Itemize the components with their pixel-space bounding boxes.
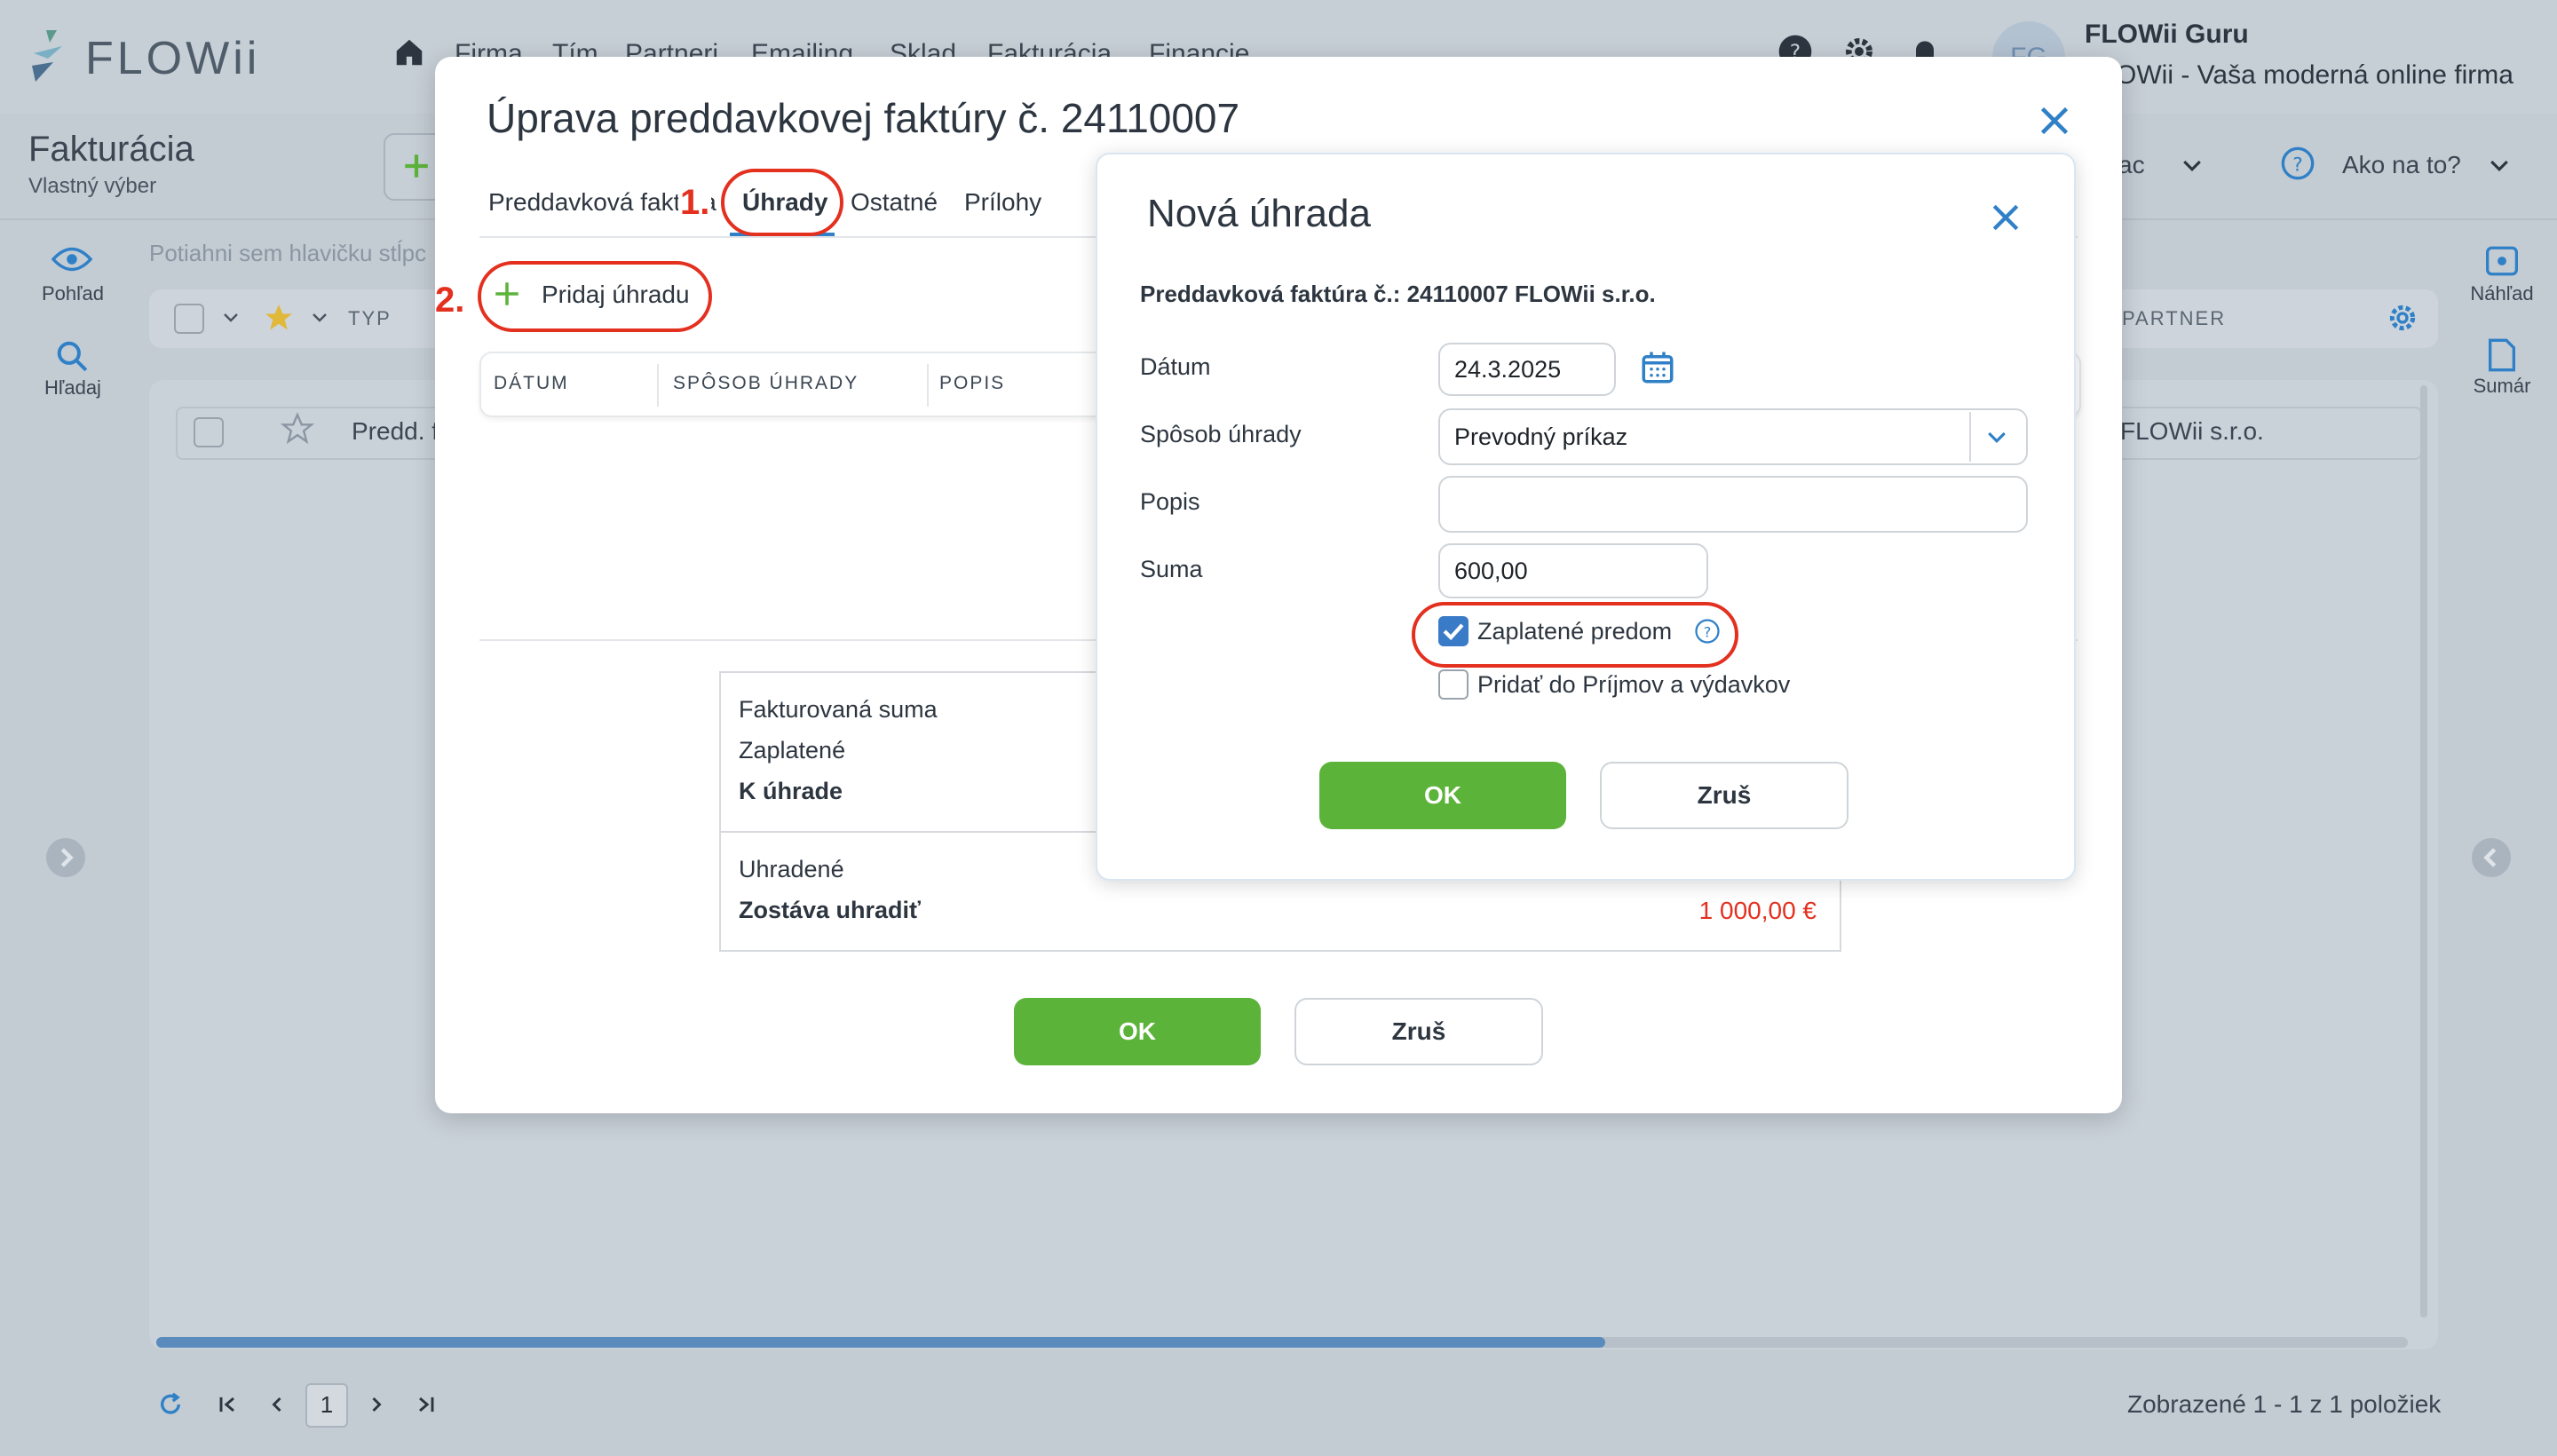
add-payment-button[interactable]: Pridaj úhradu bbox=[542, 281, 690, 309]
svg-text:?: ? bbox=[1704, 623, 1712, 640]
eye-icon[interactable] bbox=[51, 245, 92, 273]
last-page-icon[interactable] bbox=[414, 1392, 439, 1417]
summary-paid-label: Zaplatené bbox=[739, 737, 846, 764]
collapse-left-arrow-icon[interactable] bbox=[46, 838, 85, 877]
home-icon[interactable] bbox=[392, 36, 426, 69]
annotation-step-2: 2. bbox=[435, 281, 465, 320]
horizontal-scrollbar-thumb[interactable] bbox=[156, 1337, 1605, 1348]
column-header-payment-method[interactable]: SPÔSOB ÚHRADY bbox=[673, 373, 859, 394]
column-header-partner[interactable]: PARTNER bbox=[2122, 307, 2226, 330]
search-icon[interactable] bbox=[55, 339, 89, 373]
add-to-income-label[interactable]: Pridať do Príjmov a výdavkov bbox=[1477, 671, 1790, 699]
column-header-type[interactable]: TYP bbox=[348, 307, 392, 330]
sidebar-item-view[interactable]: Pohľad bbox=[20, 282, 126, 305]
sum-label: Suma bbox=[1140, 556, 1203, 582]
plus-icon bbox=[405, 154, 428, 178]
payment-method-select[interactable]: Prevodný príkaz bbox=[1438, 408, 2028, 465]
summary-to-pay-label: K úhrade bbox=[739, 778, 843, 804]
help-circle-icon[interactable]: ? bbox=[1694, 618, 1721, 645]
add-to-income-checkbox[interactable] bbox=[1438, 669, 1468, 700]
chevron-down-icon[interactable] bbox=[2179, 153, 2205, 179]
description-label: Popis bbox=[1140, 488, 1200, 515]
items-count: Zobrazené 1 - 1 z 1 položiek bbox=[2127, 1390, 2442, 1418]
prepaid-label[interactable]: Zaplatené predom bbox=[1477, 618, 1672, 645]
sum-input[interactable]: 600,00 bbox=[1438, 543, 1708, 598]
column-settings-gear-icon[interactable] bbox=[2385, 300, 2420, 336]
tab-other[interactable]: Ostatné bbox=[851, 188, 938, 217]
annotation-oval-payments-tab bbox=[721, 169, 843, 236]
sidebar-item-summary[interactable]: Sumár bbox=[2449, 375, 2555, 398]
chevron-down-icon[interactable] bbox=[1983, 424, 2010, 451]
column-header-description[interactable]: POPIS bbox=[939, 373, 1005, 394]
sidebar-item-preview[interactable]: Náhľad bbox=[2449, 282, 2555, 305]
logo-text[interactable]: FLOWii bbox=[85, 32, 260, 85]
chevron-down-icon[interactable] bbox=[309, 307, 330, 328]
next-page-icon[interactable] bbox=[364, 1392, 389, 1417]
column-header-date[interactable]: DÁTUM bbox=[494, 373, 569, 394]
cancel-button[interactable]: Zruš bbox=[1294, 998, 1543, 1065]
chevron-right-icon bbox=[60, 848, 74, 867]
prev-page-icon[interactable] bbox=[265, 1392, 289, 1417]
checkmark-icon bbox=[1443, 623, 1464, 641]
collapse-right-arrow-icon[interactable] bbox=[2472, 838, 2511, 877]
first-page-icon[interactable] bbox=[215, 1392, 240, 1417]
ac-menu-label[interactable]: ac bbox=[2118, 151, 2145, 179]
close-icon[interactable] bbox=[1991, 202, 2021, 233]
row-checkbox[interactable] bbox=[194, 417, 224, 447]
summary-document-icon[interactable] bbox=[2486, 337, 2518, 373]
user-name: FLOWii Guru bbox=[2085, 20, 2249, 49]
description-input[interactable] bbox=[1438, 476, 2028, 533]
tab-attachments[interactable]: Prílohy bbox=[964, 188, 1041, 217]
how-to-label[interactable]: Ako na to? bbox=[2342, 151, 2461, 179]
calendar-icon[interactable] bbox=[1639, 348, 1676, 387]
chevron-left-icon bbox=[2483, 848, 2497, 867]
sidebar-item-search[interactable]: Hľadaj bbox=[20, 376, 126, 400]
preview-icon[interactable] bbox=[2484, 245, 2520, 277]
flowii-logo-icon[interactable] bbox=[27, 27, 76, 85]
new-payment-ok-button[interactable]: OK bbox=[1319, 762, 1566, 829]
row-type: Predd. f bbox=[352, 417, 439, 445]
date-input[interactable]: 24.3.2025 bbox=[1438, 343, 1616, 396]
new-payment-title: Nová úhrada bbox=[1147, 192, 1371, 235]
new-payment-subtitle: Preddavková faktúra č.: 24110007 FLOWii … bbox=[1140, 281, 1656, 307]
chevron-down-icon[interactable] bbox=[2486, 153, 2513, 179]
star-outline-icon[interactable] bbox=[281, 412, 314, 446]
close-icon[interactable] bbox=[2038, 105, 2070, 137]
column-separator bbox=[657, 364, 659, 407]
group-drag-hint: Potiahni sem hlavičku stĺpc bbox=[149, 240, 427, 266]
select-separator bbox=[1969, 412, 1971, 462]
date-label: Dátum bbox=[1140, 353, 1211, 380]
ok-button[interactable]: OK bbox=[1014, 998, 1261, 1065]
prepaid-checkbox[interactable] bbox=[1438, 616, 1468, 646]
column-separator bbox=[927, 364, 929, 407]
summary-invoiced-label: Fakturovaná suma bbox=[739, 696, 938, 723]
select-all-checkbox[interactable] bbox=[174, 304, 204, 334]
plus-icon[interactable] bbox=[492, 279, 522, 309]
summary-remaining-label: Zostáva uhradiť bbox=[739, 897, 921, 923]
annotation-step-1: 1. bbox=[678, 183, 712, 223]
svg-text:?: ? bbox=[2292, 154, 2303, 176]
payment-method-label: Spôsob úhrady bbox=[1140, 421, 1302, 447]
module-subtitle[interactable]: Vlastný výber bbox=[28, 174, 156, 199]
new-payment-cancel-button[interactable]: Zruš bbox=[1600, 762, 1848, 829]
star-icon[interactable] bbox=[263, 302, 295, 334]
current-page[interactable]: 1 bbox=[305, 1383, 348, 1428]
refresh-icon[interactable] bbox=[156, 1390, 185, 1419]
user-company: FLOWii - Vaša moderná online firma bbox=[2085, 60, 2513, 90]
row-partner: FLOWii s.r.o. bbox=[2120, 417, 2264, 445]
summary-settled-label: Uhradené bbox=[739, 856, 844, 882]
modal-title: Úprava preddavkovej faktúry č. 24110007 bbox=[487, 95, 1240, 141]
summary-remaining-value: 1 000,00 € bbox=[1698, 897, 1817, 924]
vertical-scrollbar[interactable] bbox=[2420, 385, 2427, 1318]
module-title: Fakturácia bbox=[28, 130, 194, 169]
chevron-down-icon[interactable] bbox=[220, 307, 241, 328]
help-circle-icon[interactable]: ? bbox=[2280, 146, 2316, 181]
